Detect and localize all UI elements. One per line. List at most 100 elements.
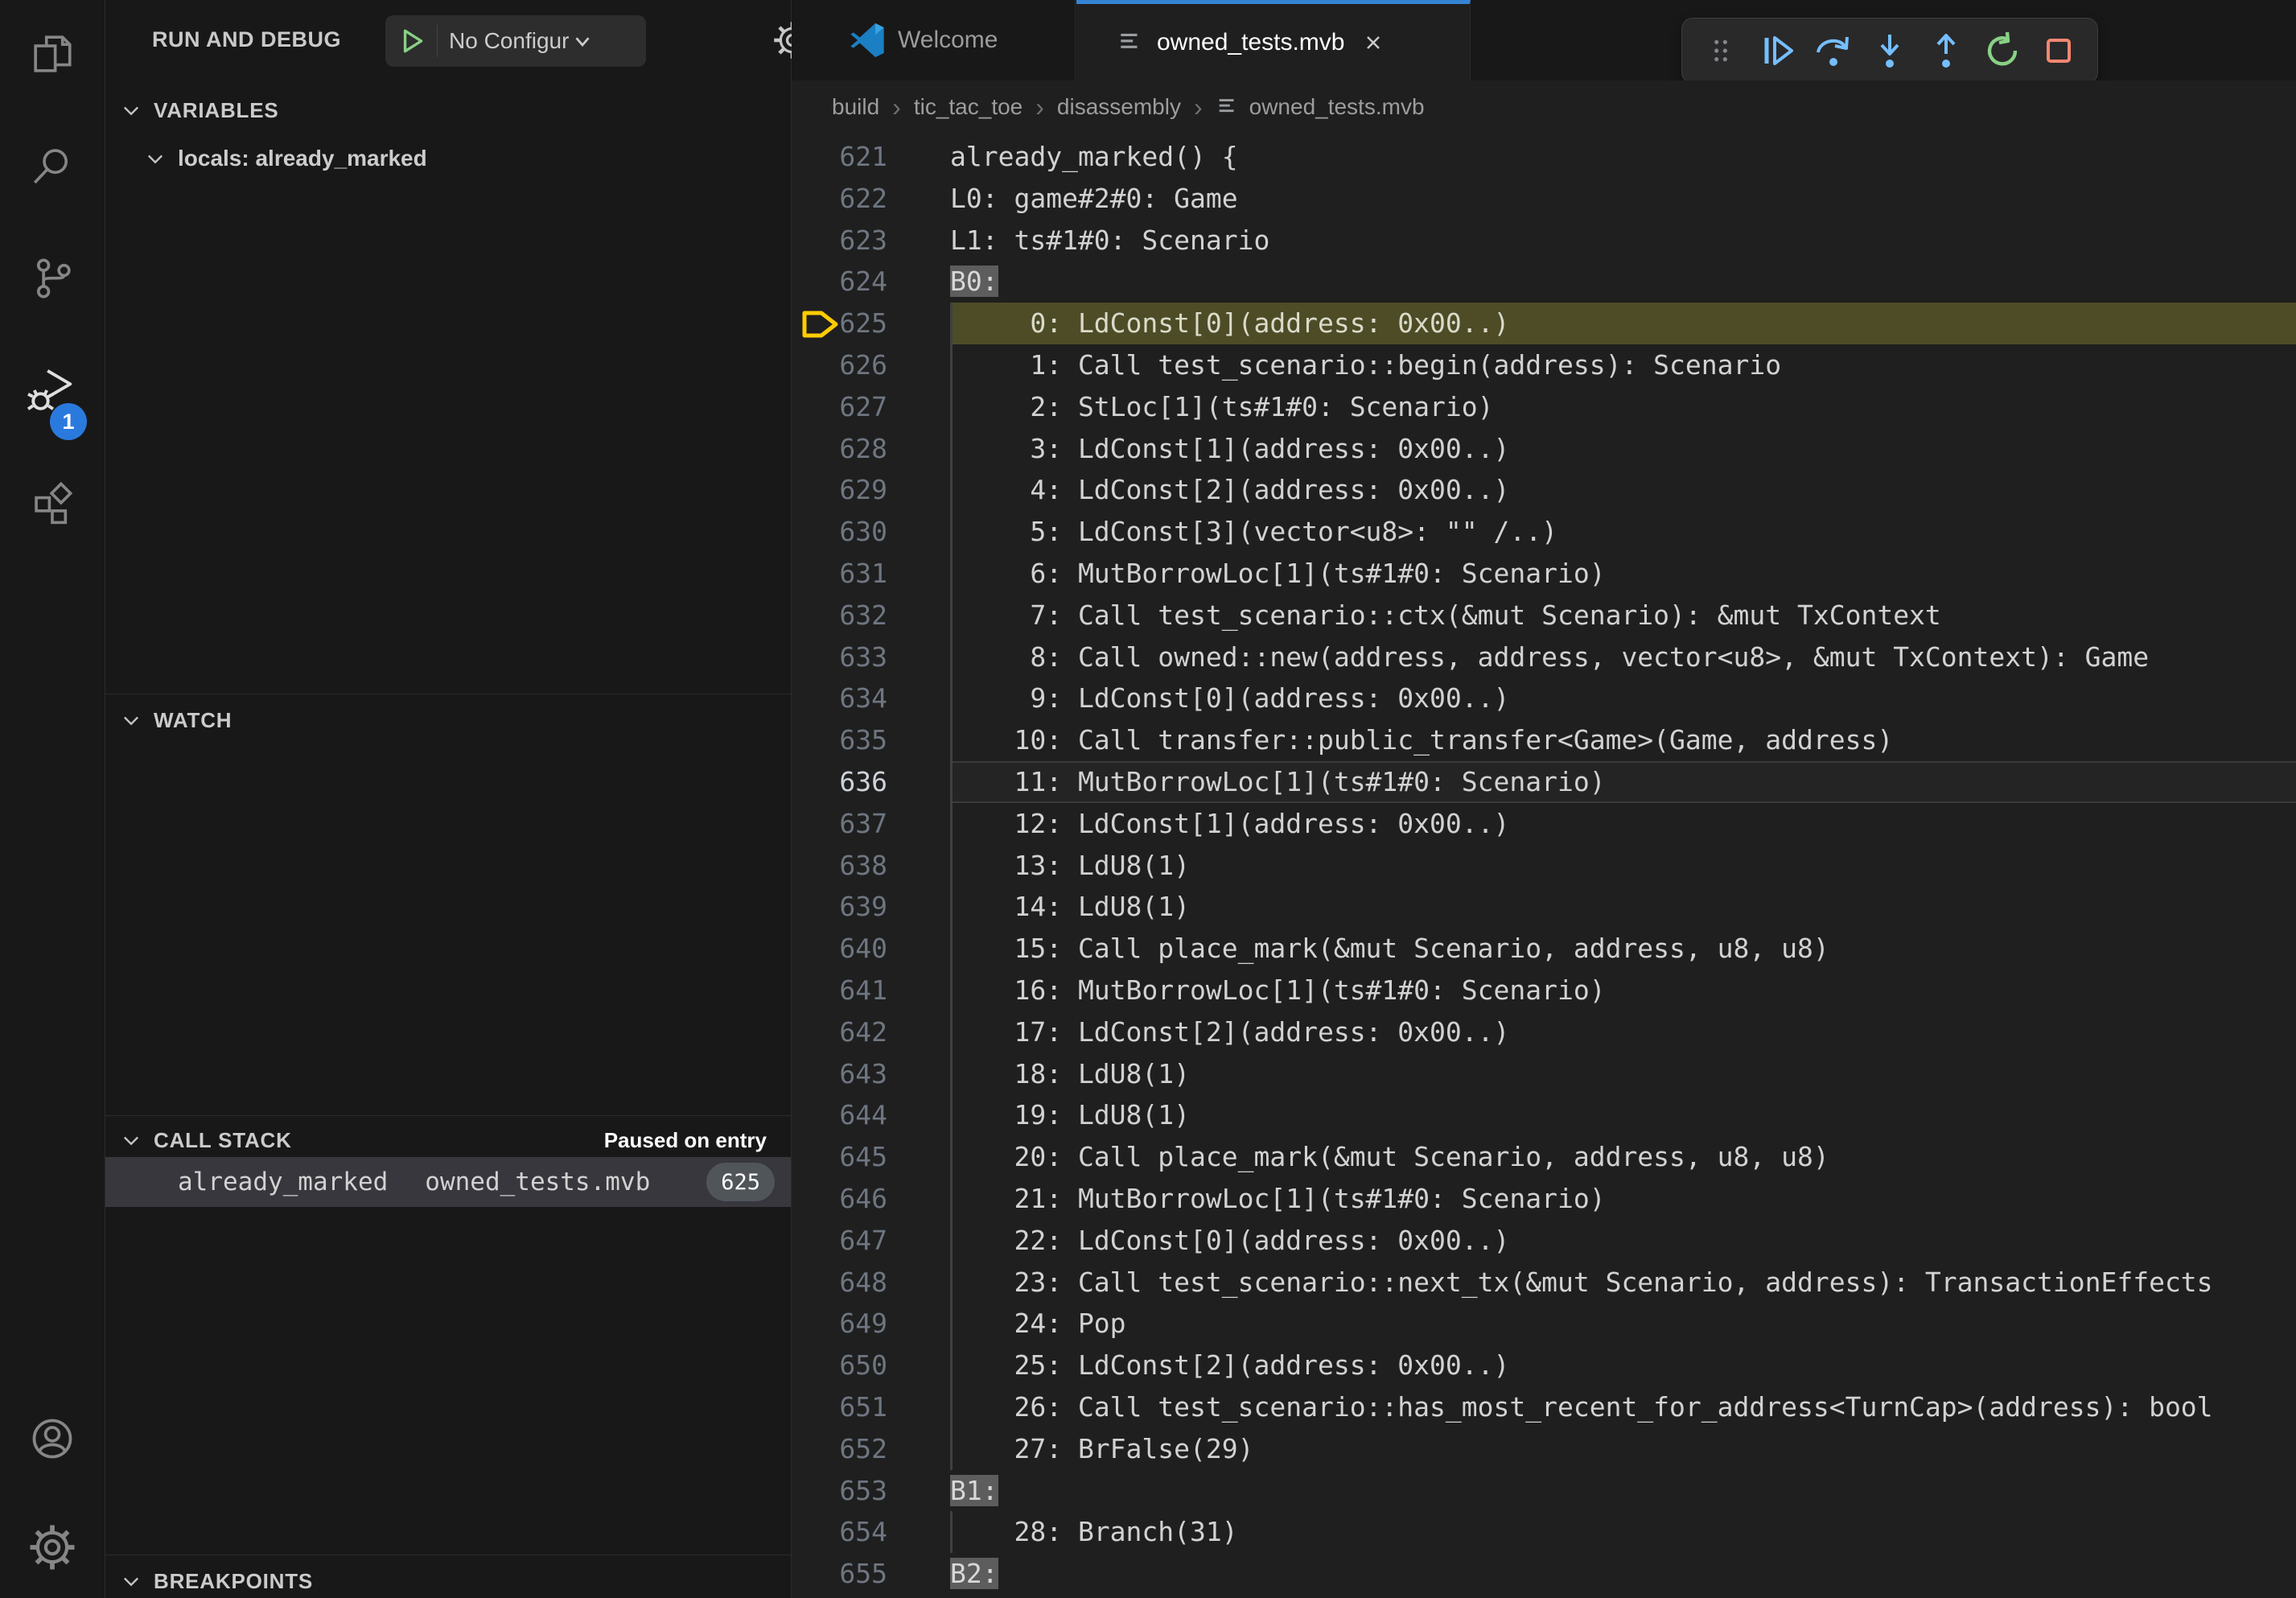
stop-icon[interactable] <box>2036 28 2081 73</box>
code-line[interactable]: 638 13: LdU8(1) <box>792 845 2296 887</box>
code-line[interactable]: 652 27: BrFalse(29) <box>792 1428 2296 1470</box>
breadcrumb-separator: › <box>1035 93 1044 122</box>
code-line[interactable]: 623L1: ts#1#0: Scenario <box>792 220 2296 262</box>
code-text: 19: LdU8(1) <box>792 1094 1190 1136</box>
code-text: 20: Call place_mark(&mut Scenario, addre… <box>792 1136 1829 1178</box>
breadcrumb-file-label: owned_tests.mvb <box>1249 94 1425 120</box>
code-text: 24: Pop <box>792 1303 1126 1345</box>
breakpoints-section-label: BREAKPOINTS <box>154 1569 313 1594</box>
code-line[interactable]: 642 17: LdConst[2](address: 0x00..) <box>792 1011 2296 1053</box>
section-divider <box>105 1115 791 1116</box>
chevron-down-icon <box>144 147 167 170</box>
tab-owned-tests[interactable]: owned_tests.mvb <box>1076 0 1471 80</box>
code-text: 2: StLoc[1](ts#1#0: Scenario) <box>792 386 1494 428</box>
run-and-debug-sidebar: RUN AND DEBUG No Configur VARIABLES loca… <box>105 0 792 1598</box>
code-text: 28: Branch(31) <box>792 1511 1238 1553</box>
code-line[interactable]: 626 1: Call test_scenario::begin(address… <box>792 344 2296 386</box>
code-text: 6: MutBorrowLoc[1](ts#1#0: Scenario) <box>792 553 1606 595</box>
launch-configuration-button[interactable]: No Configur <box>385 15 646 67</box>
code-line[interactable]: 648 23: Call test_scenario::next_tx(&mut… <box>792 1262 2296 1304</box>
breadcrumb-item-tic-tac-toe[interactable]: tic_tac_toe <box>914 94 1023 120</box>
code-line[interactable]: 645 20: Call place_mark(&mut Scenario, a… <box>792 1136 2296 1178</box>
code-line[interactable]: 625 0: LdConst[0](address: 0x00..) <box>792 303 2296 344</box>
chevron-down-icon <box>120 709 142 731</box>
code-text: B2: <box>792 1553 998 1595</box>
code-line[interactable]: 636 11: MutBorrowLoc[1](ts#1#0: Scenario… <box>792 761 2296 803</box>
watch-section-header[interactable]: WATCH <box>105 697 791 743</box>
code-text: B1: <box>792 1470 998 1512</box>
variables-section-label: VARIABLES <box>154 98 279 123</box>
activity-item-search[interactable] <box>0 112 105 224</box>
step-into-icon[interactable] <box>1867 28 1912 73</box>
debug-session-badge: 1 <box>50 403 87 440</box>
code-text: 26: Call test_scenario::has_most_recent_… <box>792 1386 2213 1428</box>
code-line[interactable]: 630 5: LdConst[3](vector<u8>: "" /..) <box>792 511 2296 553</box>
code-text: 1: Call test_scenario::begin(address): S… <box>792 344 1781 386</box>
close-icon[interactable] <box>1360 30 1386 56</box>
chevron-down-icon[interactable] <box>570 29 595 53</box>
frame-function-name: already_marked <box>178 1168 388 1196</box>
step-over-icon[interactable] <box>1811 28 1856 73</box>
step-out-icon[interactable] <box>1924 28 1969 73</box>
activity-item-run-and-debug[interactable]: 1 <box>0 336 105 448</box>
code-line[interactable]: 650 25: LdConst[2](address: 0x00..) <box>792 1345 2296 1386</box>
code-line[interactable]: 637 12: LdConst[1](address: 0x00..) <box>792 803 2296 845</box>
code-line[interactable]: 647 22: LdConst[0](address: 0x00..) <box>792 1220 2296 1262</box>
code-line[interactable]: 621already_marked() { <box>792 136 2296 178</box>
code-line[interactable]: 646 21: MutBorrowLoc[1](ts#1#0: Scenario… <box>792 1178 2296 1220</box>
code-text: 14: LdU8(1) <box>792 886 1190 928</box>
code-line[interactable]: 639 14: LdU8(1) <box>792 886 2296 928</box>
chevron-down-icon <box>120 99 142 121</box>
code-line[interactable]: 651 26: Call test_scenario::has_most_rec… <box>792 1386 2296 1428</box>
code-text: B0: <box>792 261 998 303</box>
toolbar-drag-handle[interactable] <box>1698 28 1743 73</box>
code-line[interactable]: 624B0: <box>792 261 2296 303</box>
tab-welcome[interactable]: Welcome <box>792 0 1076 80</box>
activity-item-settings[interactable] <box>0 1493 105 1598</box>
call-stack-frame[interactable]: already_marked owned_tests.mvb 625 <box>105 1157 791 1207</box>
code-line[interactable]: 653B1: <box>792 1470 2296 1512</box>
variables-scope-locals[interactable]: locals: already_marked <box>105 135 791 182</box>
breadcrumb-item-file[interactable]: owned_tests.mvb <box>1216 94 1425 120</box>
code-line[interactable]: 635 10: Call transfer::public_transfer<G… <box>792 719 2296 761</box>
code-line[interactable]: 641 16: MutBorrowLoc[1](ts#1#0: Scenario… <box>792 970 2296 1011</box>
activity-bar: 1 <box>0 0 105 1598</box>
block-label: B0: <box>950 266 998 297</box>
start-debugging-icon[interactable] <box>397 26 427 56</box>
breadcrumb: build › tic_tac_toe › disassembly › owne… <box>792 80 2296 134</box>
variables-section-header[interactable]: VARIABLES <box>105 87 791 134</box>
code-line[interactable]: 631 6: MutBorrowLoc[1](ts#1#0: Scenario) <box>792 553 2296 595</box>
code-line[interactable]: 629 4: LdConst[2](address: 0x00..) <box>792 469 2296 511</box>
breadcrumb-item-build[interactable]: build <box>832 94 879 120</box>
activity-item-explorer[interactable] <box>0 0 105 112</box>
frame-file-name: owned_tests.mvb <box>425 1168 650 1196</box>
breakpoints-section-header[interactable]: BREAKPOINTS <box>105 1558 791 1598</box>
code-line[interactable]: 628 3: LdConst[1](address: 0x00..) <box>792 428 2296 470</box>
vscode-window: 1 <box>0 0 2296 1598</box>
source-control-icon <box>29 255 76 306</box>
code-text: 0: LdConst[0](address: 0x00..) <box>792 303 1509 344</box>
activity-item-source-control[interactable] <box>0 224 105 336</box>
explorer-icon <box>29 31 76 81</box>
configuration-dropdown-label[interactable]: No Configur <box>449 28 569 54</box>
activity-item-accounts[interactable] <box>0 1384 105 1497</box>
code-text: 21: MutBorrowLoc[1](ts#1#0: Scenario) <box>792 1178 1606 1220</box>
code-line[interactable]: 655B2: <box>792 1553 2296 1595</box>
code-line[interactable]: 643 18: LdU8(1) <box>792 1053 2296 1095</box>
chevron-down-icon <box>120 1570 142 1592</box>
code-text: 16: MutBorrowLoc[1](ts#1#0: Scenario) <box>792 970 1606 1011</box>
code-line[interactable]: 654 28: Branch(31) <box>792 1511 2296 1553</box>
code-line[interactable]: 622L0: game#2#0: Game <box>792 178 2296 220</box>
continue-icon[interactable] <box>1755 28 1800 73</box>
code-line[interactable]: 644 19: LdU8(1) <box>792 1094 2296 1136</box>
code-line[interactable]: 627 2: StLoc[1](ts#1#0: Scenario) <box>792 386 2296 428</box>
restart-icon[interactable] <box>1980 28 2025 73</box>
code-line[interactable]: 640 15: Call place_mark(&mut Scenario, a… <box>792 928 2296 970</box>
code-line[interactable]: 634 9: LdConst[0](address: 0x00..) <box>792 678 2296 719</box>
code-text: 7: Call test_scenario::ctx(&mut Scenario… <box>792 595 1941 636</box>
code-line[interactable]: 633 8: Call owned::new(address, address,… <box>792 636 2296 678</box>
code-line[interactable]: 632 7: Call test_scenario::ctx(&mut Scen… <box>792 595 2296 636</box>
code-line[interactable]: 649 24: Pop <box>792 1303 2296 1345</box>
breadcrumb-item-disassembly[interactable]: disassembly <box>1057 94 1181 120</box>
activity-item-extensions[interactable] <box>0 447 105 560</box>
